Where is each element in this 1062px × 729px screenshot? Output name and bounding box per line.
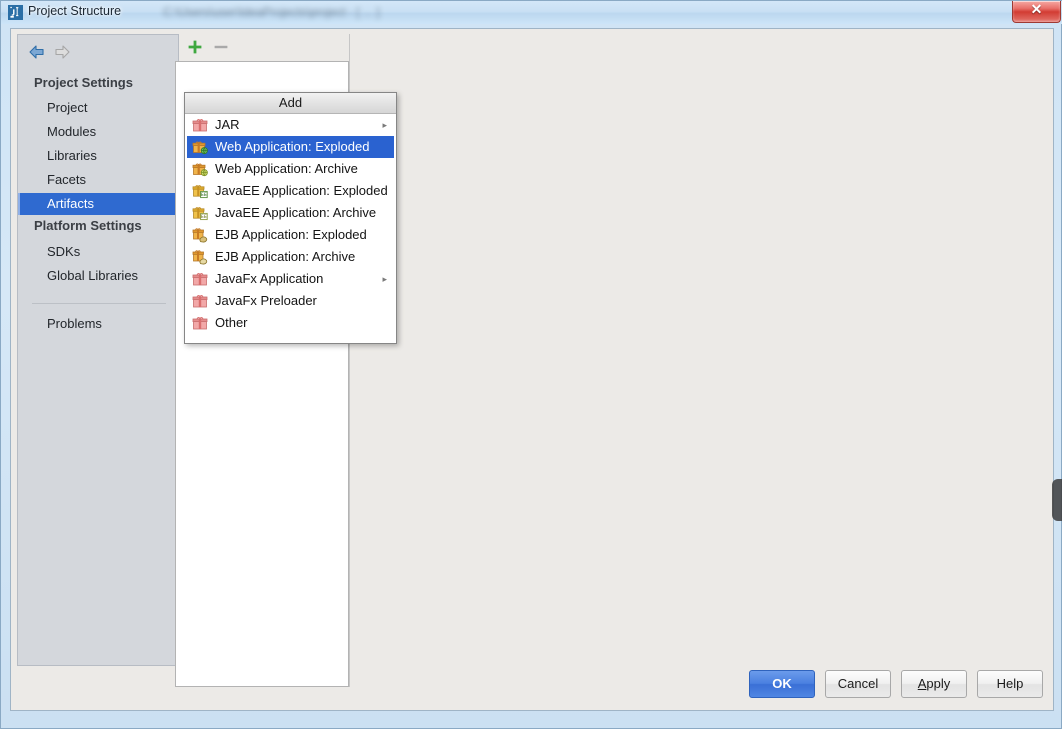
navigation-arrows (26, 41, 86, 65)
hidden-panel-handle[interactable] (1052, 479, 1062, 521)
sidebar-group-project-settings: Project Settings (34, 75, 133, 90)
web-exploded-icon (192, 141, 208, 155)
close-icon: ✕ (1030, 3, 1043, 18)
sidebar-item-global-libraries[interactable]: Global Libraries (18, 265, 180, 287)
other-package-icon (192, 317, 208, 330)
menu-item-javaee-application-archive[interactable]: EE JavaEE Application: Archive (185, 202, 396, 224)
remove-artifact-button[interactable] (213, 39, 229, 55)
sidebar-item-project[interactable]: Project (18, 97, 180, 119)
apply-rest: pply (926, 676, 951, 691)
sidebar-item-facets[interactable]: Facets (18, 169, 180, 191)
apply-button[interactable]: Apply (901, 670, 967, 698)
cancel-button[interactable]: Cancel (825, 670, 891, 698)
sidebar-item-sdks[interactable]: SDKs (18, 241, 180, 263)
sidebar-item-modules[interactable]: Modules (18, 121, 180, 143)
ejb-exploded-icon (192, 228, 208, 243)
menu-item-label: JavaEE Application: Archive (215, 205, 377, 220)
ok-button[interactable]: OK (749, 670, 815, 698)
menu-item-other[interactable]: Other (185, 312, 396, 334)
dialog-buttons: OK Cancel Apply Help (11, 670, 1055, 700)
javaee-exploded-icon: EE (192, 185, 208, 198)
settings-sidebar: Project Settings Project Modules Librari… (17, 34, 180, 666)
menu-item-web-application-archive[interactable]: Web Application: Archive (185, 158, 396, 180)
help-button[interactable]: Help (977, 670, 1043, 698)
menu-item-jar[interactable]: JAR ▸ (185, 114, 396, 136)
sidebar-item-problems[interactable]: Problems (18, 313, 180, 335)
ejb-archive-icon (192, 250, 208, 265)
add-artifact-button[interactable] (187, 39, 203, 55)
menu-item-javafx-application[interactable]: JavaFx Application ▸ (185, 268, 396, 290)
submenu-arrow-icon: ▸ (382, 120, 387, 130)
add-artifact-menu: Add JAR ▸ Web Application: Exploded Web … (184, 92, 397, 344)
menu-item-ejb-application-exploded[interactable]: EJB Application: Exploded (185, 224, 396, 246)
intellij-idea-icon (8, 5, 23, 20)
svg-text:EE: EE (201, 214, 207, 220)
sidebar-item-artifacts[interactable]: Artifacts (18, 193, 180, 215)
artifacts-toolbar (175, 34, 349, 60)
menu-item-label: JavaFx Preloader (215, 293, 317, 308)
javafx-package-icon (192, 273, 208, 286)
javaee-archive-icon: EE (192, 207, 208, 220)
sidebar-divider (32, 303, 166, 304)
menu-item-label: EJB Application: Archive (215, 249, 356, 264)
svg-text:EE: EE (201, 192, 207, 198)
close-button[interactable]: ✕ (1012, 1, 1061, 23)
menu-item-web-application-exploded[interactable]: Web Application: Exploded (187, 136, 394, 158)
add-menu-items: JAR ▸ Web Application: Exploded Web Appl… (185, 114, 396, 334)
window-title: Project Structure (28, 4, 122, 18)
sidebar-item-libraries[interactable]: Libraries (18, 145, 180, 167)
menu-item-label: EJB Application: Exploded (215, 227, 367, 242)
menu-item-javafx-preloader[interactable]: JavaFx Preloader (185, 290, 396, 312)
window-title-path-blurred: C:\Users\user\IdeaProjects\project - [ .… (163, 5, 380, 19)
web-archive-icon (192, 163, 208, 177)
add-menu-title: Add (185, 93, 396, 114)
menu-item-javaee-application-exploded[interactable]: EE JavaEE Application: Exploded (185, 180, 396, 202)
menu-item-label: JavaFx Application (215, 271, 324, 286)
menu-item-label: Web Application: Archive (215, 161, 358, 176)
jar-package-icon (192, 119, 208, 132)
forward-arrow-icon[interactable] (53, 44, 71, 60)
submenu-arrow-icon: ▸ (382, 274, 387, 284)
sidebar-group-platform-settings: Platform Settings (34, 218, 142, 233)
window-titlebar: Project Structure C:\Users\user\IdeaProj… (1, 1, 1062, 24)
menu-item-label: JavaEE Application: Exploded (215, 183, 388, 198)
javafx-package-icon (192, 295, 208, 308)
menu-item-label: Web Application: Exploded (215, 139, 370, 154)
project-structure-window: Project Structure C:\Users\user\IdeaProj… (0, 0, 1062, 729)
menu-item-label: Other (215, 315, 248, 330)
dialog-body: Project Settings Project Modules Librari… (10, 28, 1054, 711)
menu-item-ejb-application-archive[interactable]: EJB Application: Archive (185, 246, 396, 268)
back-arrow-icon[interactable] (28, 44, 46, 60)
menu-item-label: JAR (215, 117, 240, 132)
